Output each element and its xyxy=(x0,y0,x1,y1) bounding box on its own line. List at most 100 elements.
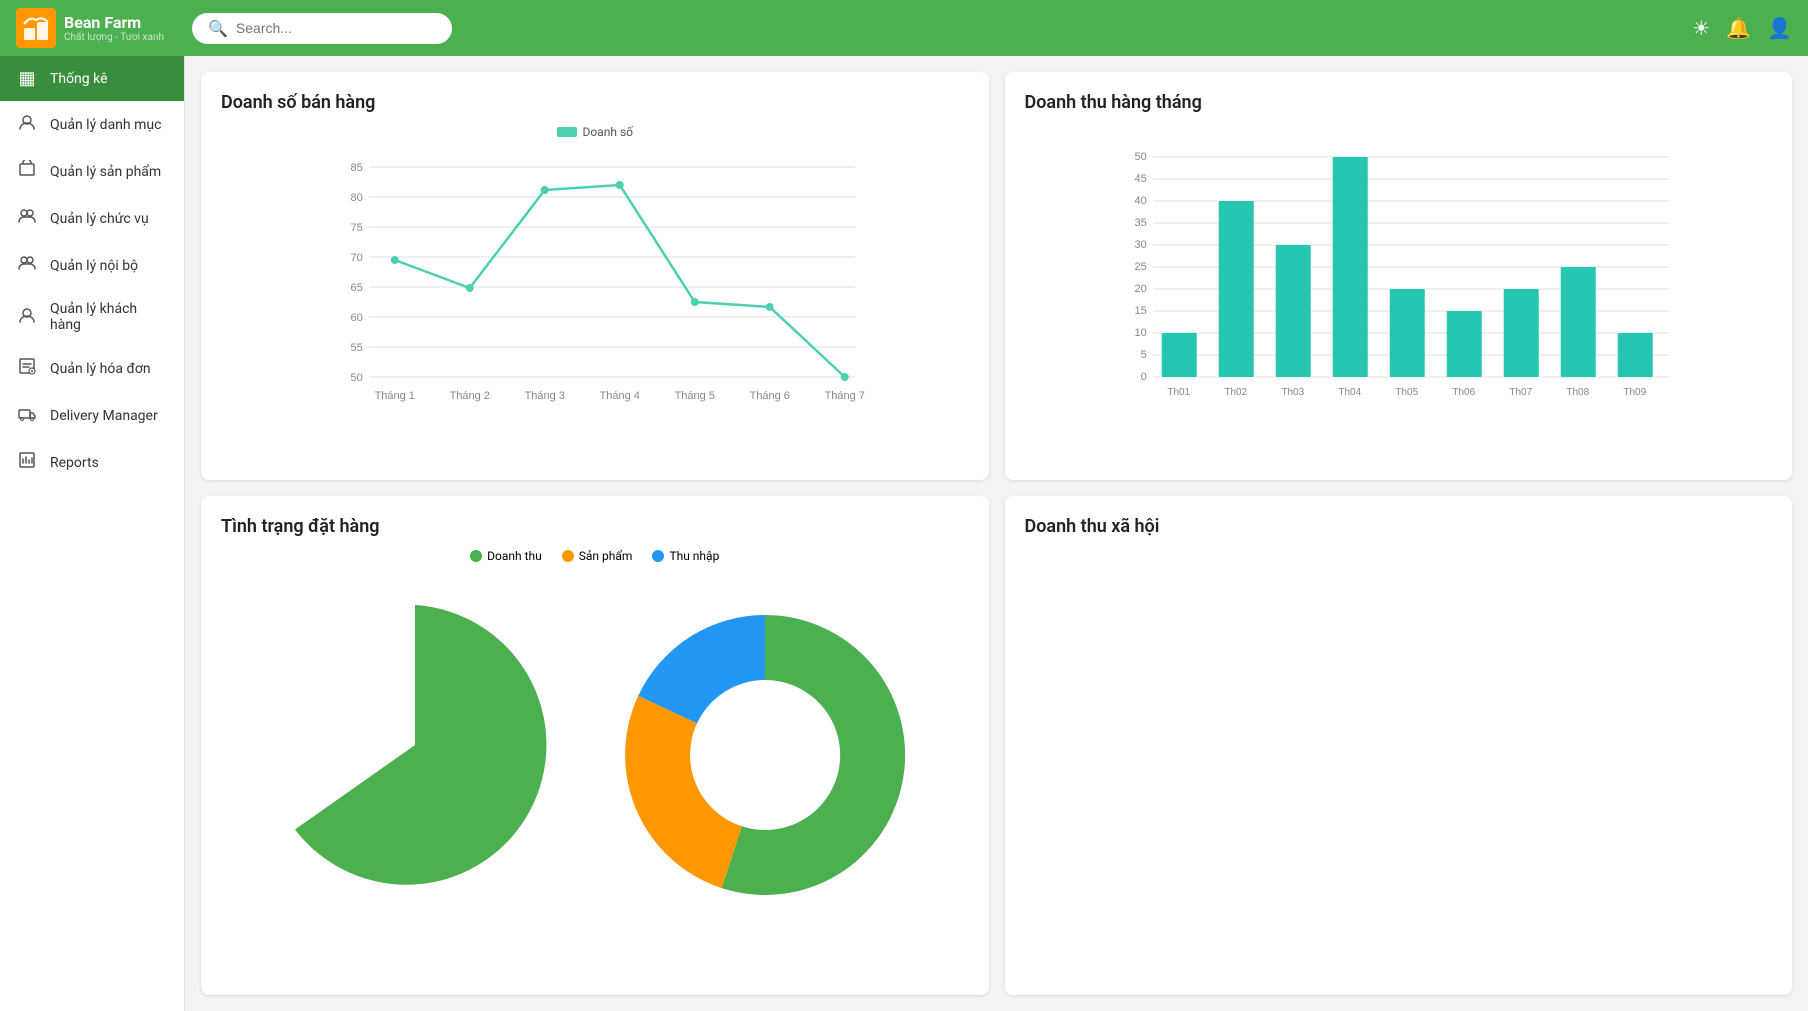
san-pham-icon xyxy=(16,160,38,183)
svg-text:Tháng 1: Tháng 1 xyxy=(375,390,415,402)
svg-text:10: 10 xyxy=(1134,327,1146,339)
svg-text:15: 15 xyxy=(1134,305,1146,317)
sidebar-item-label: Quản lý hóa đơn xyxy=(50,361,151,377)
logo-area: Bean Farm Chất lượng - Tươi xanh xyxy=(16,8,176,48)
svg-text:Th02: Th02 xyxy=(1224,387,1247,398)
khach-hang-icon xyxy=(16,306,38,329)
doanh-thu-title: Doanh thu hàng tháng xyxy=(1025,92,1773,113)
legend-dot-doanh-thu xyxy=(470,550,482,562)
svg-text:30: 30 xyxy=(1134,239,1146,251)
svg-text:5: 5 xyxy=(1140,349,1146,361)
svg-text:50: 50 xyxy=(351,372,363,384)
sidebar-item-label: Quản lý danh mục xyxy=(50,117,161,133)
sidebar-item-reports[interactable]: Reports xyxy=(0,439,184,486)
hoa-don-icon xyxy=(16,357,38,380)
donut-chart-container xyxy=(221,575,969,935)
svg-text:0: 0 xyxy=(1140,371,1146,383)
legend-san-pham: Sản phẩm xyxy=(562,549,633,563)
legend-doanh-thu: Doanh thu xyxy=(470,549,542,563)
reports-icon xyxy=(16,451,38,474)
tinh-trang-title: Tình trạng đặt hàng xyxy=(221,516,969,537)
notification-icon[interactable]: 🔔 xyxy=(1726,16,1751,40)
sidebar-item-thong-ke[interactable]: ▦ Thống kê xyxy=(0,56,184,101)
logo-title: Bean Farm xyxy=(64,13,164,32)
svg-text:75: 75 xyxy=(351,222,363,234)
sidebar-item-quan-ly-khach-hang[interactable]: Quản lý khách hàng xyxy=(0,289,184,345)
logo-subtitle: Chất lượng - Tươi xanh xyxy=(64,32,164,43)
legend-color-doanh-so xyxy=(557,127,577,137)
doanh-thu-hang-thang-card: Doanh thu hàng tháng 50 45 40 35 30 25 2… xyxy=(1005,72,1793,480)
danh-muc-icon xyxy=(16,113,38,136)
svg-text:20: 20 xyxy=(1134,283,1146,295)
svg-text:50: 50 xyxy=(1134,151,1146,163)
doanh-so-ban-hang-card: Doanh số bán hàng Doanh số 85 80 75 70 xyxy=(201,72,989,480)
svg-text:Tháng 3: Tháng 3 xyxy=(525,390,565,402)
search-icon: 🔍 xyxy=(208,19,228,38)
sidebar-item-label: Quản lý chức vụ xyxy=(50,211,149,227)
sidebar-item-quan-ly-hoa-don[interactable]: Quản lý hóa đơn xyxy=(0,345,184,392)
svg-text:40: 40 xyxy=(1134,195,1146,207)
doanh-thu-xa-hoi-title: Doanh thu xã hội xyxy=(1025,516,1773,537)
svg-text:55: 55 xyxy=(351,342,363,354)
header-right: ☀ 🔔 👤 xyxy=(1692,16,1792,40)
svg-text:80: 80 xyxy=(351,192,363,204)
sidebar-item-label: Quản lý nội bộ xyxy=(50,258,138,274)
doanh-so-legend: Doanh số xyxy=(221,125,969,139)
donut-chart-svg-2 xyxy=(585,575,945,935)
svg-text:85: 85 xyxy=(351,162,363,174)
doanh-so-title: Doanh số bán hàng xyxy=(221,92,969,113)
svg-text:Tháng 2: Tháng 2 xyxy=(450,390,490,402)
legend-label: Doanh thu xyxy=(487,549,542,563)
chuc-vu-icon xyxy=(16,207,38,230)
svg-text:Tháng 4: Tháng 4 xyxy=(600,390,640,402)
sidebar-item-quan-ly-chuc-vu[interactable]: Quản lý chức vụ xyxy=(0,195,184,242)
sidebar-item-label: Reports xyxy=(50,455,99,471)
tinh-trang-dat-hang-card: Tình trạng đặt hàng Doanh thu Sản phẩm T… xyxy=(201,496,989,996)
account-icon[interactable]: 👤 xyxy=(1767,16,1792,40)
legend-label: Thu nhập xyxy=(669,549,719,563)
donut-legend: Doanh thu Sản phẩm Thu nhập xyxy=(221,549,969,563)
sidebar-item-quan-ly-san-pham[interactable]: Quản lý sản phẩm xyxy=(0,148,184,195)
sidebar-item-delivery-manager[interactable]: Delivery Manager xyxy=(0,392,184,439)
legend-label-doanh-so: Doanh số xyxy=(583,125,634,139)
svg-text:70: 70 xyxy=(351,252,363,264)
bar-chart-svg: 50 45 40 35 30 25 20 15 10 5 0 xyxy=(1025,125,1773,415)
legend-label: Sản phẩm xyxy=(579,549,633,563)
sidebar-item-label: Quản lý khách hàng xyxy=(50,301,168,333)
svg-text:Tháng 7: Tháng 7 xyxy=(825,390,865,402)
svg-text:Th01: Th01 xyxy=(1167,387,1190,398)
line-chart-svg: 85 80 75 70 65 60 55 50 Tháng 1 Tháng 2 … xyxy=(221,147,969,407)
svg-text:Th04: Th04 xyxy=(1338,387,1361,398)
delivery-icon xyxy=(16,404,38,427)
svg-text:Th07: Th07 xyxy=(1509,387,1532,398)
svg-text:Th03: Th03 xyxy=(1281,387,1304,398)
sidebar-item-label: Quản lý sản phẩm xyxy=(50,164,161,180)
search-input[interactable] xyxy=(236,20,436,36)
svg-text:35: 35 xyxy=(1134,217,1146,229)
svg-text:45: 45 xyxy=(1134,173,1146,185)
svg-text:Th06: Th06 xyxy=(1452,387,1475,398)
legend-thu-nhap: Thu nhập xyxy=(652,549,719,563)
layout: ▦ Thống kê Quản lý danh mục Quản lý sản … xyxy=(0,56,1808,1011)
legend-dot-thu-nhap xyxy=(652,550,664,562)
svg-text:60: 60 xyxy=(351,312,363,324)
donut-chart-svg xyxy=(245,575,585,915)
svg-text:25: 25 xyxy=(1134,261,1146,273)
search-bar[interactable]: 🔍 xyxy=(192,13,452,44)
theme-icon[interactable]: ☀ xyxy=(1692,16,1710,40)
svg-text:Th05: Th05 xyxy=(1395,387,1418,398)
header: Bean Farm Chất lượng - Tươi xanh 🔍 ☀ 🔔 👤 xyxy=(0,0,1808,56)
noi-bo-icon xyxy=(16,254,38,277)
svg-text:Th09: Th09 xyxy=(1623,387,1646,398)
main-content: Doanh số bán hàng Doanh số 85 80 75 70 xyxy=(185,56,1808,1011)
sidebar: ▦ Thống kê Quản lý danh mục Quản lý sản … xyxy=(0,56,185,1011)
legend-dot-san-pham xyxy=(562,550,574,562)
svg-text:Tháng 6: Tháng 6 xyxy=(750,390,790,402)
svg-text:65: 65 xyxy=(351,282,363,294)
sidebar-item-quan-ly-danh-muc[interactable]: Quản lý danh mục xyxy=(0,101,184,148)
logo-icon xyxy=(16,8,56,48)
sidebar-item-quan-ly-noi-bo[interactable]: Quản lý nội bộ xyxy=(0,242,184,289)
doanh-thu-xa-hoi-card: Doanh thu xã hội xyxy=(1005,496,1793,996)
svg-text:Tháng 5: Tháng 5 xyxy=(675,390,715,402)
thong-ke-icon: ▦ xyxy=(16,68,38,89)
